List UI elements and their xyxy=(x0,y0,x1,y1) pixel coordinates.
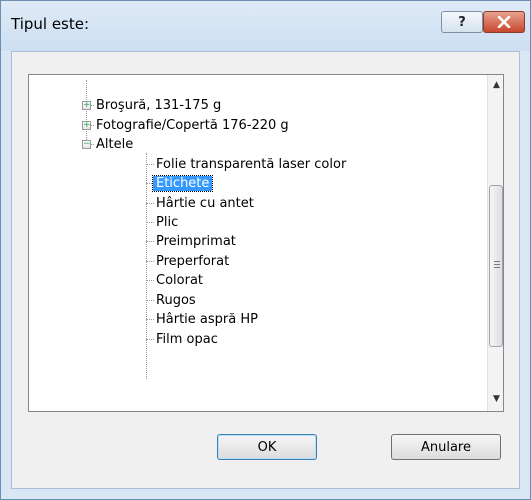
tree-item-colorat[interactable]: Colorat xyxy=(153,271,206,290)
dialog-window: Tipul este: ? + + − Broşură, 131-175 g F… xyxy=(0,0,531,500)
vertical-scrollbar[interactable]: ▲ ▼ xyxy=(487,75,503,411)
expand-icon[interactable]: + xyxy=(82,121,91,130)
tree-child-line xyxy=(146,153,147,379)
tree-item-plic[interactable]: Plic xyxy=(153,213,181,232)
close-icon xyxy=(497,16,511,28)
scroll-up-arrow-icon[interactable]: ▲ xyxy=(488,77,503,94)
tree-item-preperforat[interactable]: Preperforat xyxy=(153,252,232,271)
tree-item-hartie-cu-antet[interactable]: Hârtie cu antet xyxy=(153,194,257,213)
tree-item-fotografie[interactable]: Fotografie/Copertă 176-220 g xyxy=(93,116,292,135)
help-icon: ? xyxy=(458,14,466,30)
dialog-client-area: + + − Broşură, 131-175 g Fotografie/Cope… xyxy=(11,51,520,489)
tree-item-etichete[interactable]: Etichete xyxy=(151,174,214,193)
grip-line xyxy=(494,261,500,262)
tree-item-preimprimat[interactable]: Preimprimat xyxy=(153,232,239,251)
paper-type-tree[interactable]: + + − Broşură, 131-175 g Fotografie/Cope… xyxy=(28,74,504,412)
dialog-title: Tipul este: xyxy=(11,15,90,33)
tree-item-altele[interactable]: Altele xyxy=(93,135,136,154)
collapse-icon[interactable]: − xyxy=(82,140,91,149)
tree-item-hartie-aspra[interactable]: Hârtie aspră HP xyxy=(153,310,261,329)
grip-line xyxy=(494,267,500,268)
cancel-button[interactable]: Anulare xyxy=(391,434,501,460)
ok-button[interactable]: OK xyxy=(217,434,317,460)
tree-item-rugos[interactable]: Rugos xyxy=(153,291,199,310)
close-button[interactable] xyxy=(483,11,525,33)
help-button[interactable]: ? xyxy=(441,11,483,33)
ok-button-label: OK xyxy=(257,439,277,455)
title-bar: Tipul este: ? xyxy=(1,1,530,51)
tree-item-brosura[interactable]: Broşură, 131-175 g xyxy=(93,96,224,115)
cancel-button-label: Anulare xyxy=(420,439,471,455)
scroll-thumb[interactable] xyxy=(489,185,503,347)
tree-root-line xyxy=(86,80,87,140)
scroll-down-arrow-icon[interactable]: ▼ xyxy=(488,391,503,408)
grip-line xyxy=(494,264,500,265)
tree-item-film-opac[interactable]: Film opac xyxy=(153,330,221,349)
tree-item-folie[interactable]: Folie transparentă laser color xyxy=(153,155,349,174)
expand-icon[interactable]: + xyxy=(82,101,91,110)
